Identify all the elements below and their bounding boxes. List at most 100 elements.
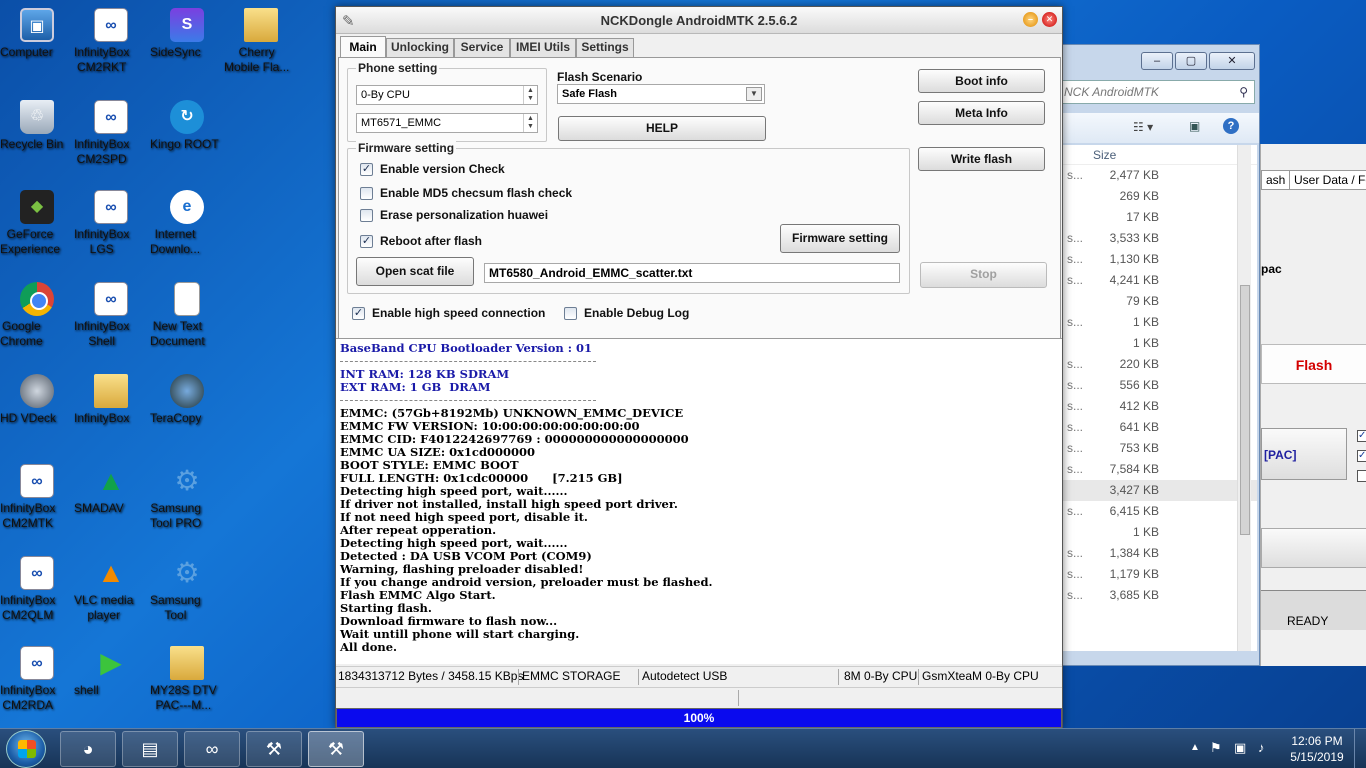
file-row[interactable]: 79 KB bbox=[1063, 291, 1257, 312]
desktop-icon[interactable]: ▲ VLC media player bbox=[74, 552, 148, 638]
file-row[interactable]: s... 6,415 KB bbox=[1063, 501, 1257, 522]
file-row[interactable]: s... 3,533 KB bbox=[1063, 228, 1257, 249]
tab-service[interactable]: Service bbox=[454, 38, 510, 57]
high-speed-checkbox[interactable]: ✓ bbox=[352, 307, 365, 320]
file-row[interactable]: s... 3,685 KB bbox=[1063, 585, 1257, 606]
nck-tool-taskbar-icon[interactable]: ⚒ bbox=[246, 731, 302, 767]
chevron-down-icon[interactable]: ▼ bbox=[746, 87, 762, 101]
reboot-after-flash-checkbox[interactable]: ✓ bbox=[360, 235, 373, 248]
desktop-icon[interactable]: ∞ InfinityBox CM2RKT bbox=[74, 4, 148, 90]
debug-log-checkbox[interactable] bbox=[564, 307, 577, 320]
background-explorer-window[interactable]: – ▢ ✕ NCK AndroidMTK ⚲ ☷ ▾ ▣ ? Size s...… bbox=[1058, 44, 1260, 666]
boot-info-button[interactable]: Boot info bbox=[918, 69, 1045, 93]
search-input[interactable]: NCK AndroidMTK ⚲ bbox=[1059, 80, 1255, 104]
tab-user-data[interactable]: User Data / For bbox=[1289, 170, 1366, 190]
nck-dongle-window[interactable]: ✎ NCKDongle AndroidMTK 2.5.6.2 – ✕ Main … bbox=[335, 6, 1063, 728]
flash-scenario-select[interactable]: Safe Flash ▼ bbox=[557, 84, 765, 104]
file-row[interactable]: 1 KB bbox=[1063, 333, 1257, 354]
nck-mtk-taskbar-icon[interactable]: ⚒ bbox=[308, 731, 364, 767]
log-output[interactable]: BaseBand CPU Bootloader Version : 01 INT… bbox=[336, 338, 1062, 664]
desktop-icon[interactable]: Google Chrome bbox=[0, 278, 74, 364]
desktop-icon[interactable]: ▲ SMADAV bbox=[74, 460, 148, 546]
write-flash-button[interactable]: Write flash bbox=[918, 147, 1045, 171]
scatter-file-path-field[interactable]: MT6580_Android_EMMC_scatter.txt bbox=[484, 263, 900, 283]
maximize-button[interactable]: ▢ bbox=[1175, 52, 1207, 70]
file-row[interactable]: 269 KB bbox=[1063, 186, 1257, 207]
help-button[interactable]: HELP bbox=[558, 116, 766, 141]
title-bar[interactable]: ✎ NCKDongle AndroidMTK 2.5.6.2 – ✕ bbox=[336, 7, 1062, 34]
file-row[interactable]: s... 753 KB bbox=[1063, 438, 1257, 459]
chrome-taskbar-icon[interactable]: ◕ bbox=[60, 731, 116, 767]
close-button[interactable]: ✕ bbox=[1042, 12, 1057, 27]
infinity-spd-taskbar-icon[interactable]: ∞ bbox=[184, 731, 240, 767]
file-row[interactable]: 1 KB bbox=[1063, 522, 1257, 543]
desktop-icon[interactable]: S SideSync bbox=[150, 4, 224, 90]
scrollbar-thumb[interactable] bbox=[1240, 285, 1250, 535]
file-row[interactable]: s... 1,179 KB bbox=[1063, 564, 1257, 585]
firmware-setting-button[interactable]: Firmware setting bbox=[780, 224, 900, 253]
file-row[interactable]: s... 556 KB bbox=[1063, 375, 1257, 396]
desktop-icon[interactable]: ∞ InfinityBox CM2QLM bbox=[0, 552, 74, 638]
file-row[interactable]: s... 220 KB bbox=[1063, 354, 1257, 375]
desktop-icon[interactable]: ▣ Computer bbox=[0, 4, 74, 90]
desktop-icon[interactable]: TeraCopy bbox=[150, 370, 224, 456]
desktop-icon[interactable]: ∞ InfinityBox CM2RDA bbox=[0, 642, 74, 728]
file-row[interactable]: s... 4,241 KB bbox=[1063, 270, 1257, 291]
desktop-icon[interactable]: ∞ InfinityBox LGS bbox=[74, 186, 148, 272]
file-row[interactable]: 17 KB bbox=[1063, 207, 1257, 228]
file-list[interactable]: Size s... 2,477 KB 269 KB 17 KB s... 3,533 KB… bbox=[1063, 145, 1257, 651]
pac-button[interactable]: [PAC] bbox=[1261, 428, 1347, 480]
file-row[interactable]: s... 7,584 KB bbox=[1063, 459, 1257, 480]
file-row[interactable]: s... 2,477 KB bbox=[1063, 165, 1257, 186]
desktop-icon[interactable]: ♲ Recycle Bin bbox=[0, 96, 74, 182]
tab-unlocking[interactable]: Unlocking bbox=[386, 38, 454, 57]
stop-button[interactable]: Stop bbox=[920, 262, 1047, 288]
file-list-scrollbar[interactable] bbox=[1237, 145, 1251, 651]
minimize-button[interactable]: – bbox=[1141, 52, 1173, 70]
minimize-button[interactable]: – bbox=[1023, 12, 1038, 27]
clock[interactable]: 12:06 PM 5/15/2019 bbox=[1284, 733, 1350, 765]
show-desktop-button[interactable] bbox=[1354, 729, 1366, 768]
desktop-icon[interactable]: ∞ InfinityBox CM2SPD bbox=[74, 96, 148, 182]
desktop-icon[interactable]: ≡ New Text Document bbox=[150, 278, 224, 364]
erase-personalization-checkbox[interactable] bbox=[360, 209, 373, 222]
search-icon[interactable]: ⚲ bbox=[1239, 81, 1248, 103]
help-icon[interactable]: ? bbox=[1223, 118, 1239, 134]
cpu-select[interactable]: 0-By CPU ▲ ▼ bbox=[356, 85, 538, 105]
chip-select[interactable]: MT6571_EMMC ▲ ▼ bbox=[356, 113, 538, 133]
desktop-icon[interactable]: InfinityBox bbox=[74, 370, 148, 456]
file-row[interactable]: s... 412 KB bbox=[1063, 396, 1257, 417]
file-row[interactable]: s... 1,130 KB bbox=[1063, 249, 1257, 270]
desktop-icon[interactable]: HD VDeck bbox=[0, 370, 74, 456]
show-hidden-icons-icon[interactable]: ▲ bbox=[1190, 742, 1200, 753]
flag-icon[interactable]: ⚑ bbox=[1210, 740, 1222, 756]
desktop-icon[interactable]: ▶ shell bbox=[74, 642, 148, 728]
explorer-taskbar-icon[interactable]: ▤ bbox=[122, 731, 178, 767]
version-check-checkbox[interactable]: ✓ bbox=[360, 163, 373, 176]
volume-icon[interactable]: ♪ bbox=[1258, 740, 1265, 755]
desktop-icon[interactable]: ∞ InfinityBox Shell bbox=[74, 278, 148, 364]
desktop-icon[interactable]: e Internet Downlo... bbox=[150, 186, 224, 272]
size-column-header[interactable]: Size bbox=[1063, 145, 1257, 165]
tab-settings[interactable]: Settings bbox=[576, 38, 634, 57]
tab-imei-utils[interactable]: IMEI Utils bbox=[510, 38, 576, 57]
md5-checkbox[interactable] bbox=[360, 187, 373, 200]
network-icon[interactable]: ▣ bbox=[1234, 740, 1246, 756]
start-button[interactable] bbox=[6, 730, 46, 768]
view-options-icon[interactable]: ☷ ▾ bbox=[1133, 120, 1153, 134]
option-checkbox-1[interactable]: ✓ bbox=[1357, 430, 1366, 442]
option-checkbox-3[interactable] bbox=[1357, 470, 1366, 482]
file-row[interactable]: s... 1 KB bbox=[1063, 312, 1257, 333]
file-row[interactable]: 3,427 KB bbox=[1063, 480, 1257, 501]
desktop-icon[interactable]: MY28S DTV PAC---M... bbox=[150, 642, 224, 728]
desktop-icon[interactable]: Cherry Mobile Fla... bbox=[224, 4, 298, 90]
file-row[interactable]: s... 1,384 KB bbox=[1063, 543, 1257, 564]
secondary-button[interactable] bbox=[1261, 528, 1366, 568]
file-row[interactable]: s... 641 KB bbox=[1063, 417, 1257, 438]
preview-pane-icon[interactable]: ▣ bbox=[1189, 119, 1200, 133]
tab-flash[interactable]: ash bbox=[1261, 170, 1291, 190]
desktop-icon[interactable]: ⚙ Samsung Tool bbox=[150, 552, 224, 638]
spinner-arrows-icon[interactable]: ▲ ▼ bbox=[523, 86, 537, 104]
flash-button[interactable]: Flash bbox=[1261, 344, 1366, 384]
meta-info-button[interactable]: Meta Info bbox=[918, 101, 1045, 125]
